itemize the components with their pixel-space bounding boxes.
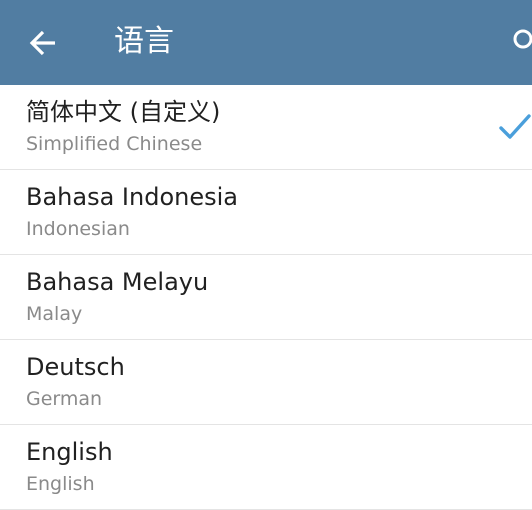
search-button[interactable] bbox=[504, 22, 532, 64]
language-name: Bahasa Melayu bbox=[26, 268, 209, 296]
arrow-left-icon bbox=[29, 30, 55, 56]
language-name: Deutsch bbox=[26, 353, 125, 381]
language-subtitle: English bbox=[26, 473, 95, 495]
language-item-simplified-chinese[interactable]: 简体中文 (自定义) Simplified Chinese bbox=[0, 85, 532, 170]
search-icon bbox=[513, 29, 532, 49]
language-item-german[interactable]: Deutsch German bbox=[0, 340, 532, 425]
language-name: 简体中文 (自定义) bbox=[26, 98, 221, 126]
language-list: 简体中文 (自定义) Simplified Chinese Bahasa Ind… bbox=[0, 85, 532, 510]
language-name: Bahasa Indonesia bbox=[26, 183, 238, 211]
language-subtitle: German bbox=[26, 388, 103, 410]
language-subtitle: Indonesian bbox=[26, 218, 130, 240]
back-button[interactable] bbox=[22, 22, 64, 64]
language-name: English bbox=[26, 438, 113, 466]
app-bar: 语言 bbox=[0, 0, 532, 85]
checkmark-icon bbox=[499, 114, 531, 139]
language-item-malay[interactable]: Bahasa Melayu Malay bbox=[0, 255, 532, 340]
language-item-indonesian[interactable]: Bahasa Indonesia Indonesian bbox=[0, 170, 532, 255]
language-subtitle: Simplified Chinese bbox=[26, 133, 203, 155]
language-item-english[interactable]: English English bbox=[0, 425, 532, 510]
page-title: 语言 bbox=[114, 24, 174, 59]
language-subtitle: Malay bbox=[26, 303, 83, 325]
